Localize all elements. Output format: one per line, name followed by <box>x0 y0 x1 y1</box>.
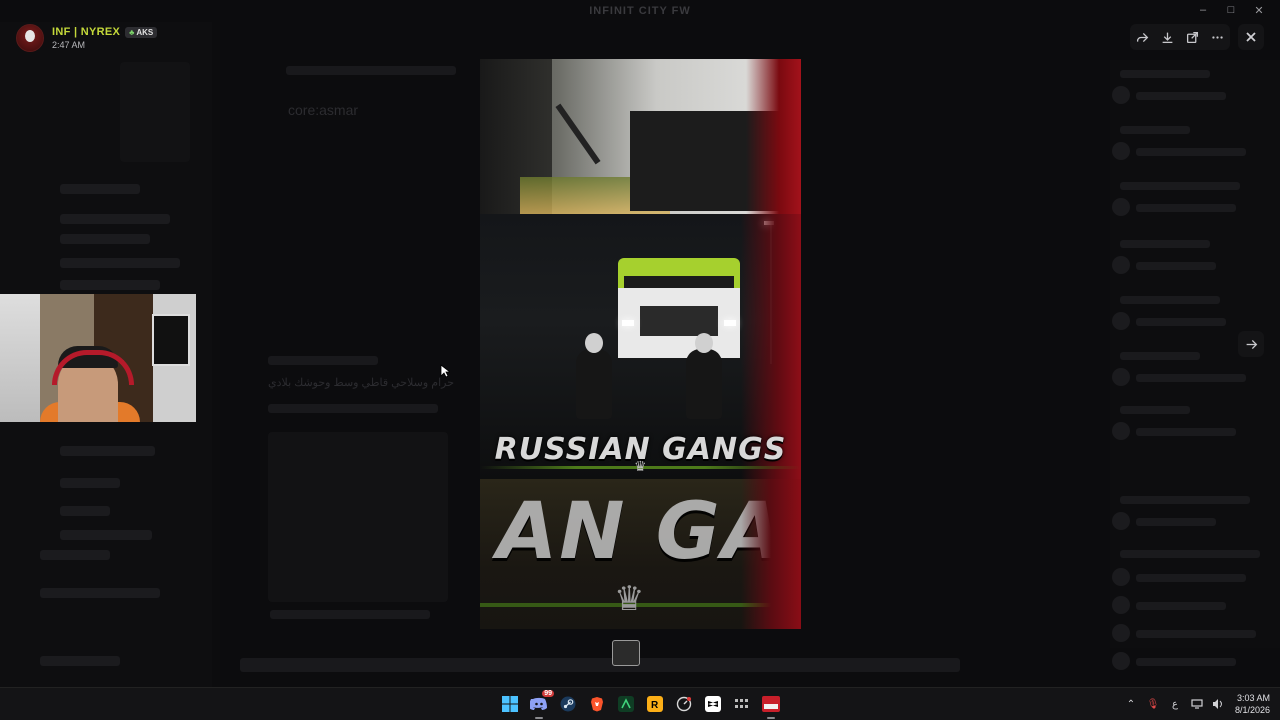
faint-message: core:asmar <box>288 102 359 118</box>
maximize-icon[interactable]: □ <box>1224 4 1238 18</box>
more-icon[interactable] <box>1209 28 1227 46</box>
download-icon[interactable] <box>1159 28 1177 46</box>
uploader-info: INF | NYREX ♣ AKS 2:47 AM <box>16 24 158 52</box>
clock[interactable]: 3:03 AM 8/1/2026 <box>1235 692 1270 716</box>
poster-main-panel: RUSSIAN GANGS ♛ <box>480 214 801 479</box>
leaf-icon: ♣ <box>129 27 135 37</box>
discord-badge: 99 <box>542 690 554 697</box>
svg-text:R: R <box>651 700 659 711</box>
steam-icon[interactable] <box>556 692 580 716</box>
brave-icon[interactable] <box>585 692 609 716</box>
poster-top-panel <box>480 59 801 214</box>
avatar[interactable] <box>16 24 44 52</box>
voicemeeter-icon[interactable] <box>759 692 783 719</box>
timestamp: 2:47 AM <box>52 40 86 50</box>
viewer-toolbar <box>1130 24 1230 50</box>
crown-icon: ♛ <box>634 458 647 474</box>
start-icon[interactable] <box>498 692 522 716</box>
close-viewer-button[interactable] <box>1238 24 1264 50</box>
capcut-icon[interactable] <box>701 692 725 716</box>
microphone-icon[interactable]: 🎙 <box>1147 698 1160 710</box>
chevron-up-icon[interactable]: ⌃ <box>1125 698 1137 710</box>
open-external-icon[interactable] <box>1184 28 1202 46</box>
arrow-right-icon <box>1246 339 1257 349</box>
crown-icon-large: ♛ <box>614 580 645 618</box>
terminal-app-icon[interactable] <box>614 692 638 716</box>
taskbar-apps: 99 R <box>498 690 783 719</box>
volume-icon[interactable] <box>1212 698 1225 710</box>
system-tray: ⌃ 🎙 ع 3:03 AM 8/1/2026 <box>1125 688 1270 720</box>
webcam-overlay <box>0 294 196 422</box>
guild-tag: ♣ AKS <box>125 26 158 38</box>
window-close-icon[interactable]: ✕ <box>1252 4 1266 18</box>
forward-icon[interactable] <box>1134 28 1152 46</box>
image-thumbnail[interactable] <box>612 640 640 666</box>
taskbar: 99 R ⌃ 🎙 ع 3:03 AM 8/1/2026 <box>0 687 1280 720</box>
poster-bottom-panel: AN GA ♛ <box>480 479 801 629</box>
ime-indicator[interactable]: ع <box>1169 698 1181 710</box>
next-image-button[interactable] <box>1238 331 1264 357</box>
viewer-image[interactable]: RUSSIAN GANGS ♛ AN GA ♛ <box>480 59 801 629</box>
speedtest-icon[interactable] <box>672 692 696 716</box>
truck-graphic <box>618 258 740 358</box>
faint-rtl-text: حرام وسلاحي قاطي وسط وحوشك بلادي <box>268 377 454 389</box>
window-controls: – □ ✕ <box>1196 4 1280 18</box>
apps-grid-icon[interactable] <box>730 692 754 716</box>
window-title: INFINIT CITY FW <box>589 5 691 17</box>
close-icon <box>1246 32 1256 42</box>
discord-icon[interactable]: 99 <box>527 690 554 719</box>
mouse-cursor-icon <box>440 364 450 378</box>
rockstar-icon[interactable]: R <box>643 692 667 716</box>
uploader-name[interactable]: INF | NYREX <box>52 26 120 38</box>
minimize-icon[interactable]: – <box>1196 4 1210 18</box>
network-icon[interactable] <box>1191 698 1203 710</box>
